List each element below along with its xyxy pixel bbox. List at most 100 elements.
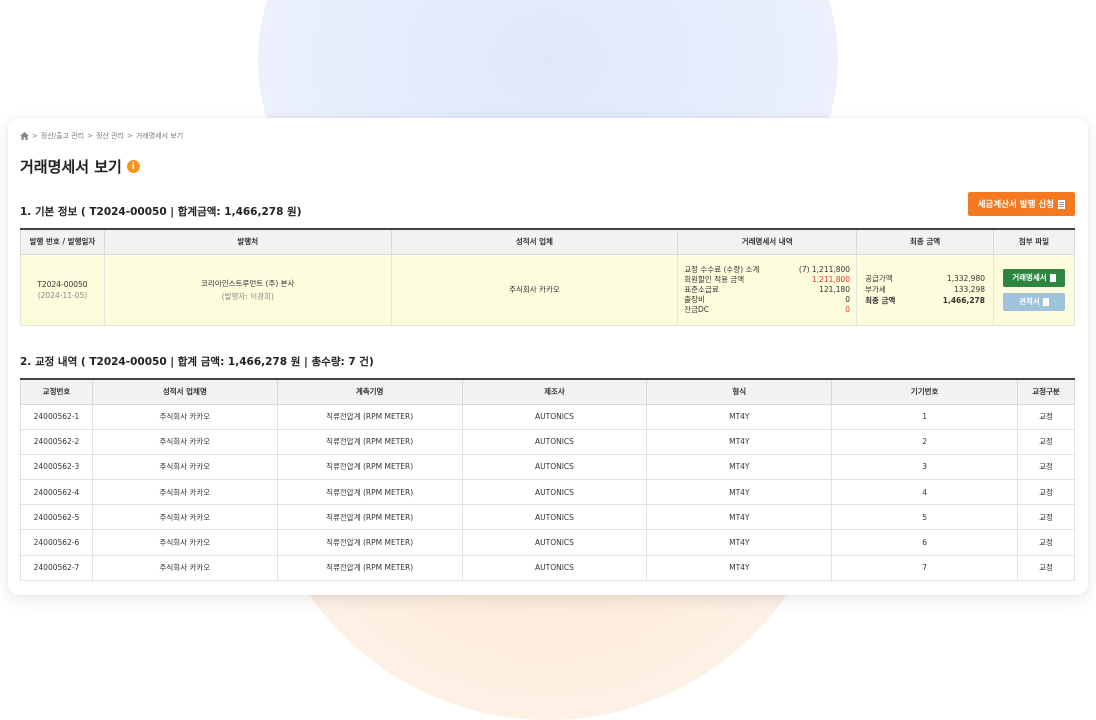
- model-cell: MT4Y: [646, 428, 833, 455]
- attachments-cell: 거래명세서 견적서: [992, 253, 1076, 326]
- serial-cell: 2: [831, 428, 1018, 455]
- instrument-cell: 직류전압계 (RPM METER): [276, 554, 463, 581]
- detail-label: 표준소급료: [684, 284, 719, 294]
- calib-type-cell: 교정: [1017, 479, 1075, 506]
- detail-label: 잔금DC: [684, 304, 710, 314]
- manufacturer-cell: AUTONICS: [461, 479, 648, 506]
- content-card: > 정산/출고 관리 > 정산 관리 > 거래명세서 보기 거래명세서 보기 i…: [8, 118, 1088, 595]
- issuer-name: 코리아인스트루먼트 (주) 본사: [201, 278, 295, 288]
- col-header-final-amount: 최종 금액: [856, 228, 994, 255]
- basic-info-header-row: 발행 번호 / 발행일자 발행처 성적서 업체 거래명세서 내역 최종 금액 첨…: [20, 228, 1076, 255]
- cert-company-cell: 주식회사 카카오: [390, 253, 679, 326]
- issue-date: (2024-11-05): [37, 290, 88, 300]
- issuer-person: (발행자: 이광희): [221, 291, 274, 301]
- detail-value: 121,180: [819, 284, 851, 294]
- tax-invoice-request-label: 세금계산서 발행 신청: [977, 200, 1054, 210]
- home-icon[interactable]: [20, 132, 29, 140]
- breadcrumb-item-current: 거래명세서 보기: [135, 132, 184, 140]
- cert-company-name-cell: 주식회사 카카오: [91, 479, 278, 506]
- cert-company-name-cell: 주식회사 카카오: [91, 554, 278, 581]
- final-value: 133,298: [953, 285, 985, 294]
- cert-company-name-cell: 주식회사 카카오: [91, 403, 278, 430]
- table-row[interactable]: 24000562-7 주식회사 카카오 직류전압계 (RPM METER) AU…: [20, 554, 1075, 581]
- instrument-cell: 직류전압계 (RPM METER): [276, 428, 463, 455]
- detail-value: 0: [845, 294, 851, 304]
- instrument-cell: 직류전압계 (RPM METER): [276, 504, 463, 531]
- detail-label: 출장비: [684, 294, 705, 304]
- calib-no-cell: 24000562-5: [20, 504, 93, 531]
- col-header-statement-details: 거래명세서 내역: [677, 228, 858, 255]
- final-amount-cell: 공급가액 1,332,980 부가세 133,298 최종 금액 1,466,2…: [856, 253, 994, 326]
- detail-label: 교정 수수료 (수량) 소계: [684, 264, 760, 274]
- instrument-cell: 직류전압계 (RPM METER): [276, 403, 463, 430]
- manufacturer-cell: AUTONICS: [461, 428, 648, 455]
- table-row[interactable]: 24000562-4 주식회사 카카오 직류전압계 (RPM METER) AU…: [20, 479, 1075, 506]
- statement-file-button[interactable]: 거래명세서: [1002, 268, 1065, 287]
- serial-cell: 1: [831, 403, 1018, 430]
- final-label: 부가세: [865, 285, 886, 294]
- model-cell: MT4Y: [646, 504, 833, 531]
- col-header-attachments: 첨부 파일: [992, 228, 1076, 255]
- section-basic-info-title: 1. 기본 정보 ( T2024-00050 | 합계금액: 1,466,278…: [20, 206, 302, 218]
- table-row[interactable]: 24000562-1 주식회사 카카오 직류전압계 (RPM METER) AU…: [20, 403, 1075, 430]
- statement-file-label: 거래명세서: [1012, 273, 1047, 282]
- serial-cell: 7: [831, 554, 1018, 581]
- basic-info-table: 발행 번호 / 발행일자 발행처 성적서 업체 거래명세서 내역 최종 금액 첨…: [20, 228, 1076, 326]
- calib-type-cell: 교정: [1017, 428, 1075, 455]
- col-header-serial: 기기번호: [831, 378, 1018, 405]
- info-icon[interactable]: i: [126, 160, 140, 173]
- table-row[interactable]: 24000562-5 주식회사 카카오 직류전압계 (RPM METER) AU…: [20, 504, 1075, 531]
- detail-row-standard-fee: 표준소급료 121,180: [684, 285, 850, 295]
- serial-cell: 3: [831, 453, 1018, 481]
- cert-company-name-cell: 주식회사 카카오: [91, 428, 278, 455]
- page-title: 거래명세서 보기 i: [20, 156, 140, 177]
- breadcrumb-item-settlement-mgmt[interactable]: 정산 관리: [96, 131, 124, 141]
- calib-type-cell: 교정: [1017, 403, 1075, 430]
- issuer-cell: 코리아인스트루먼트 (주) 본사 (발행자: 이광희): [103, 253, 392, 326]
- final-label: 공급가액: [865, 274, 893, 283]
- calib-no-cell: 24000562-1: [20, 403, 93, 430]
- calibration-table: 교정번호 성적서 업체명 계측기명 제조사 형식 기기번호 교정구분 24000…: [20, 378, 1075, 581]
- calib-type-cell: 교정: [1017, 453, 1075, 481]
- model-cell: MT4Y: [646, 403, 833, 430]
- file-icon: [1042, 297, 1049, 306]
- calib-no-cell: 24000562-2: [20, 428, 93, 455]
- file-icon: [1049, 273, 1056, 282]
- cert-company-name-cell: 주식회사 카카오: [91, 529, 278, 556]
- calib-no-cell: 24000562-3: [20, 453, 93, 481]
- calib-no-cell: 24000562-6: [20, 529, 93, 556]
- col-header-cert-company-name: 성적서 업체명: [91, 378, 278, 405]
- detail-row-balance-dc: 잔금DC 0: [684, 305, 850, 315]
- model-cell: MT4Y: [646, 554, 833, 581]
- quote-file-button[interactable]: 견적서: [1002, 292, 1065, 311]
- col-header-cert-company: 성적서 업체: [390, 228, 679, 255]
- model-cell: MT4Y: [646, 529, 833, 556]
- breadcrumb-item-settlement[interactable]: 정산/출고 관리: [41, 131, 84, 141]
- col-header-issue-no: 발행 번호 / 발행일자: [20, 228, 105, 255]
- tax-invoice-request-button[interactable]: 세금계산서 발행 신청: [967, 192, 1075, 216]
- statement-details-cell: 교정 수수료 (수량) 소계 (7) 1,211,800 회원할인 적용 금액 …: [677, 253, 858, 326]
- calib-no-cell: 24000562-4: [20, 479, 93, 506]
- col-header-model: 형식: [646, 378, 833, 405]
- table-row[interactable]: 24000562-2 주식회사 카카오 직류전압계 (RPM METER) AU…: [20, 428, 1075, 455]
- manufacturer-cell: AUTONICS: [461, 529, 648, 556]
- col-header-calib-no: 교정번호: [20, 378, 93, 405]
- col-header-calib-type: 교정구분: [1017, 378, 1075, 405]
- serial-cell: 6: [831, 529, 1018, 556]
- final-value: 1,332,980: [946, 274, 985, 283]
- calibration-header-row: 교정번호 성적서 업체명 계측기명 제조사 형식 기기번호 교정구분: [20, 378, 1075, 405]
- detail-value: (7) 1,211,800: [798, 264, 851, 274]
- serial-cell: 5: [831, 504, 1018, 531]
- document-icon: [1058, 199, 1065, 209]
- detail-label: 회원할인 적용 금액: [684, 274, 745, 284]
- table-row[interactable]: 24000562-3 주식회사 카카오 직류전압계 (RPM METER) AU…: [20, 453, 1075, 481]
- manufacturer-cell: AUTONICS: [461, 403, 648, 430]
- table-row[interactable]: 24000562-6 주식회사 카카오 직류전압계 (RPM METER) AU…: [20, 529, 1075, 556]
- cert-company-name-cell: 주식회사 카카오: [91, 504, 278, 531]
- breadcrumb-separator: >: [87, 132, 93, 140]
- col-header-manufacturer: 제조사: [461, 378, 648, 405]
- model-cell: MT4Y: [646, 453, 833, 481]
- issue-no-cell: T2024-00050 (2024-11-05): [20, 253, 105, 326]
- calib-type-cell: 교정: [1017, 554, 1075, 581]
- model-cell: MT4Y: [646, 479, 833, 506]
